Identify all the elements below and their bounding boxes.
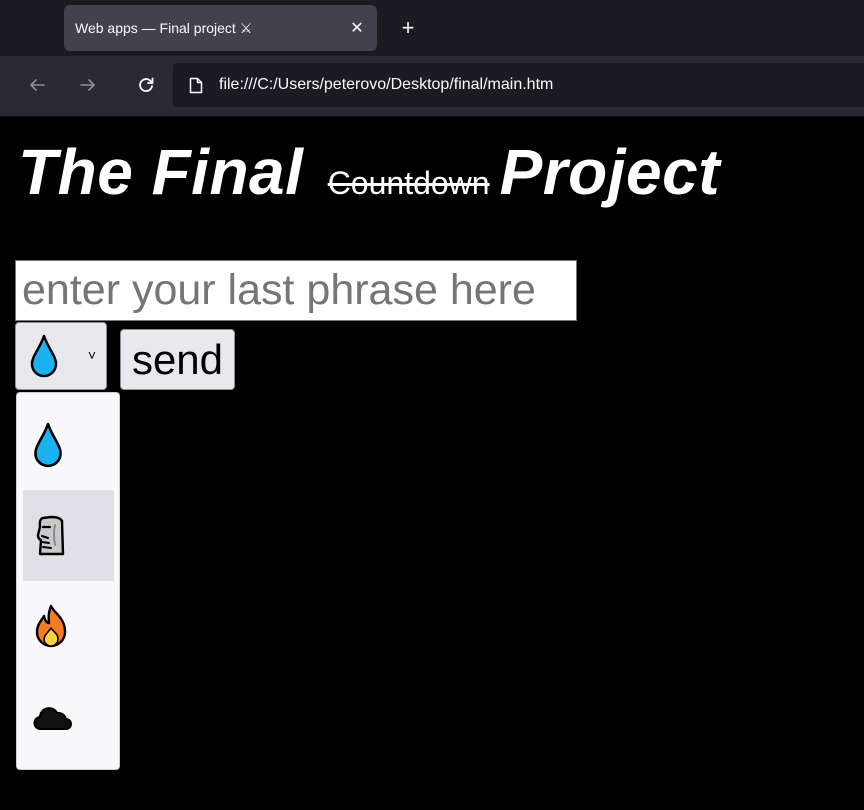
option-cloud[interactable]	[23, 672, 114, 763]
fire-icon	[35, 604, 67, 647]
option-droplet[interactable]	[23, 399, 114, 490]
address-bar[interactable]: file:///C:/Users/peterovo/Desktop/final/…	[173, 63, 864, 107]
page-content: The Final CountdownProject ˅ send	[0, 117, 864, 810]
reload-icon	[139, 77, 154, 92]
arrow-left-icon	[30, 79, 45, 91]
phrase-input[interactable]	[15, 260, 577, 321]
reload-button[interactable]	[131, 70, 161, 100]
title-part-2: Project	[499, 136, 721, 208]
back-button[interactable]	[22, 70, 52, 100]
browser-chrome: Web apps — Final project ⚔ ✕ + file:///C…	[0, 0, 864, 117]
chevron-down-icon: ˅	[87, 347, 96, 363]
page-icon	[187, 76, 205, 94]
moai-icon	[36, 515, 65, 555]
title-part-1: The Final	[18, 136, 304, 208]
cloud-icon	[33, 706, 72, 730]
tab-bar: Web apps — Final project ⚔ ✕ +	[0, 0, 864, 56]
droplet-icon	[34, 422, 62, 467]
active-tab[interactable]: Web apps — Final project ⚔ ✕	[64, 5, 377, 51]
navigation-toolbar: file:///C:/Users/peterovo/Desktop/final/…	[0, 56, 864, 117]
send-button[interactable]: send	[120, 329, 235, 390]
emoji-dropdown-list	[16, 392, 120, 770]
emoji-select[interactable]: ˅	[15, 322, 107, 390]
title-struck-word: Countdown	[327, 165, 490, 201]
forward-button[interactable]	[73, 70, 103, 100]
arrow-right-icon	[80, 79, 95, 91]
option-fire[interactable]	[23, 581, 114, 672]
option-moai[interactable]	[23, 490, 114, 581]
tab-close-button[interactable]: ✕	[343, 14, 371, 42]
page-title: The Final Countdown Project	[18, 135, 720, 209]
tab-title: Web apps — Final project ⚔	[75, 19, 253, 36]
url-text: file:///C:/Users/peterovo/Desktop/final/…	[219, 76, 554, 93]
new-tab-button[interactable]: +	[394, 14, 422, 42]
droplet-icon	[30, 334, 58, 378]
